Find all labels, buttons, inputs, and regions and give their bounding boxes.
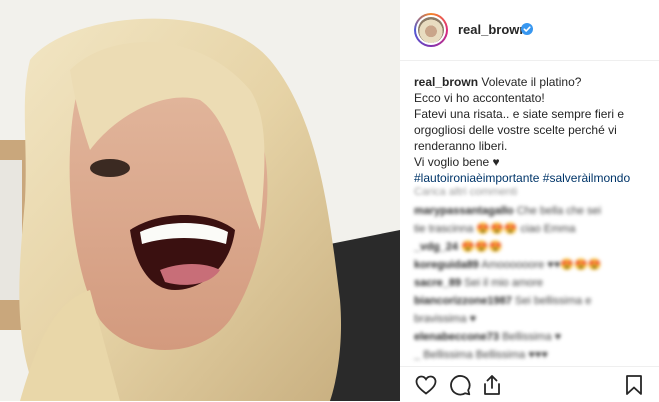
caption-hashtags: #lautoironiaèimportante #salveràilmondo — [414, 170, 650, 186]
comment-username[interactable]: elenabeccone73 — [414, 331, 499, 343]
load-more-comments[interactable]: Carica altri commenti — [414, 186, 650, 198]
verified-badge-icon — [521, 23, 533, 35]
comment-item: koreguida89 Amoooooore ♥♥😍😍😍 — [414, 259, 650, 272]
comment-text: tie trascinna 😍😍😍 ciao Emma — [414, 223, 576, 235]
caption-line-1: real_brown Volevate il platino? — [414, 74, 650, 90]
comment-item: _vdg_24 😍😍😍 — [414, 241, 650, 254]
caption-text-line: orgogliosi delle vostre scelte perché vi — [414, 123, 617, 137]
caption-text-line: Fatevi una risata.. e siate sempre fieri… — [414, 107, 625, 121]
hashtag-link[interactable]: #salveràilmondo — [543, 171, 630, 185]
post-actions — [400, 366, 659, 402]
comment-item: marypassantagallo Che bella che sei — [414, 205, 650, 218]
comment-text: Bellissima Bellissima ♥♥♥ — [423, 349, 548, 361]
comment-text: Bellissima ♥ — [502, 331, 562, 343]
post-caption: real_brown Volevate il platino? Ecco vi … — [414, 74, 650, 186]
caption-text-line: renderanno liberi. — [414, 139, 508, 153]
comment-text: Sei bellissima e — [514, 295, 592, 307]
comment-item: bravissima ♥ — [414, 313, 650, 326]
post-header: real_brown — [400, 0, 659, 61]
avatar-ring-inner — [416, 15, 446, 45]
comments-list: Carica altri commenti marypassantagallo … — [414, 186, 650, 367]
comment-username[interactable]: koreguida89 — [414, 259, 479, 271]
avatar[interactable] — [414, 13, 448, 47]
header-username[interactable]: real_brown — [458, 22, 527, 37]
post-photo[interactable] — [0, 0, 400, 401]
hashtag-link[interactable]: #lautoironiaèimportante — [414, 171, 539, 185]
comment-item: biancorizzone1987 Sei bellissima e — [414, 295, 650, 308]
comment-username[interactable]: marypassantagallo — [414, 205, 514, 217]
comment-username[interactable]: biancorizzone1987 — [414, 295, 512, 307]
comment-text: bravissima ♥ — [414, 313, 477, 325]
comment-text: Che bella che sei — [516, 205, 602, 217]
comment-username[interactable]: sacre_89 — [414, 277, 461, 289]
heart-icon[interactable] — [414, 373, 438, 397]
comment-item: tie trascinna 😍😍😍 ciao Emma — [414, 223, 650, 236]
caption-username[interactable]: real_brown — [414, 75, 478, 89]
comment-item: _ Bellissima Bellissima ♥♥♥ — [414, 349, 650, 362]
caption-text-line: Vi voglio bene ♥ — [414, 155, 500, 169]
avatar-image — [418, 17, 444, 43]
comment-text: 😍😍😍 — [461, 241, 503, 253]
comment-username[interactable]: _vdg_24 — [414, 241, 458, 253]
comment-item: elenabeccone73 Bellissima ♥ — [414, 331, 650, 344]
selfie-image — [0, 0, 400, 401]
caption-text-line: Ecco vi ho accontentato! — [414, 91, 545, 105]
post-sidebar: real_brown real_brown Volevate il platin… — [400, 0, 659, 401]
comment-username[interactable]: _ — [414, 349, 420, 361]
comment-item: sacre_89 Sei il mio amore — [414, 277, 650, 290]
caption-text-line: Volevate il platino? — [481, 75, 582, 89]
comment-text: Amoooooore ♥♥😍😍😍 — [481, 259, 602, 271]
bookmark-icon[interactable] — [622, 373, 646, 397]
comment-icon[interactable] — [448, 373, 472, 397]
share-icon[interactable] — [480, 373, 504, 397]
comment-text: Sei il mio amore — [464, 277, 544, 289]
